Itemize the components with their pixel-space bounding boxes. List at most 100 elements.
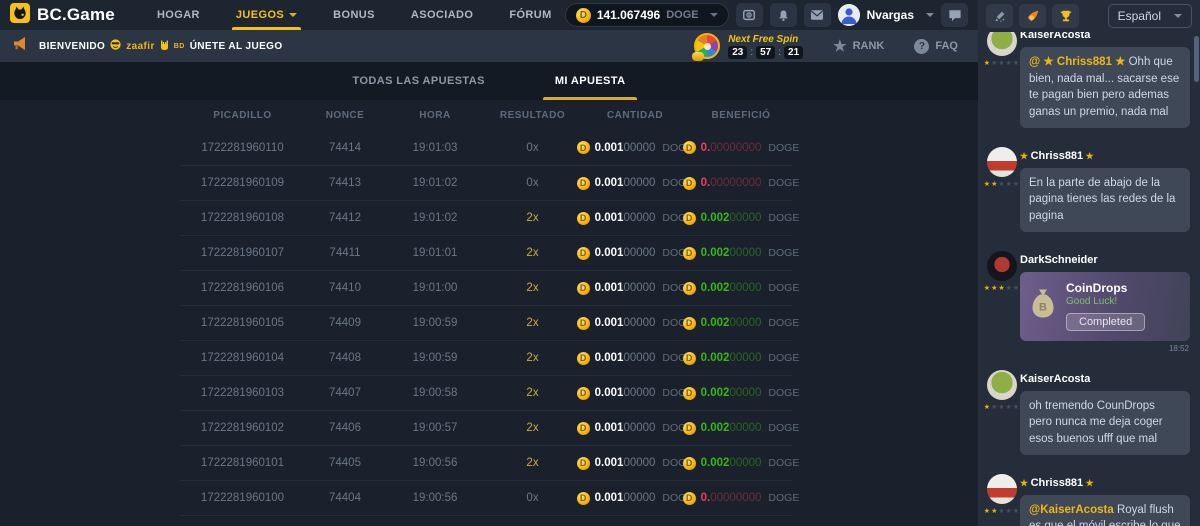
bet-time: 19:01:01 — [385, 247, 485, 259]
doge-coin-icon: D — [683, 282, 696, 295]
table-row[interactable]: 17222819601007440419:00:560xD0.00100000D… — [180, 480, 792, 515]
nav-item-fórum[interactable]: FÓRUM — [509, 0, 551, 30]
balance-currency: DOGE — [666, 9, 698, 21]
bet-profit: D0.00200000DOGE — [690, 247, 792, 260]
star-icon: ★ — [984, 181, 991, 188]
username[interactable]: Nvargas — [867, 8, 914, 22]
smiley-face-icon — [110, 39, 121, 53]
chat-username[interactable]: KaiserAcosta — [1020, 32, 1190, 41]
trophy-icon — [1059, 9, 1073, 23]
doge-coin-icon: D — [577, 282, 590, 295]
table-row[interactable]: 17222819601067441019:01:002xD0.00100000D… — [180, 270, 792, 305]
table-row[interactable]: 17222819601037440719:00:582xD0.00100000D… — [180, 375, 792, 410]
vault-button[interactable] — [736, 3, 763, 27]
language-selector[interactable]: Español — [1108, 4, 1192, 28]
avatar[interactable] — [987, 370, 1017, 400]
amount-value: 0.00100000 — [595, 317, 656, 329]
avatar[interactable] — [987, 251, 1017, 281]
avatar[interactable] — [987, 147, 1017, 177]
table-row[interactable]: 17222819601097441319:01:020xD0.00100000D… — [180, 165, 792, 200]
doge-coin-icon: D — [577, 492, 590, 505]
table-row[interactable]: 17222819601077441119:01:012xD0.00100000D… — [180, 235, 792, 270]
bet-nonce: 74409 — [305, 317, 385, 329]
column-header: CANTIDAD — [580, 110, 690, 121]
table-row[interactable]: 17222819601057440919:00:592xD0.00100000D… — [180, 305, 792, 340]
message-body: KaiserAcosta@ ★ Chriss881 ★ Ohh que bien… — [1020, 32, 1190, 134]
logo[interactable]: BC.Game — [10, 3, 115, 28]
currency-label: DOGE — [768, 177, 799, 189]
avatar-column: ★★★★★ — [984, 474, 1020, 526]
bet-result: 2x — [485, 282, 580, 294]
chat-username[interactable]: DarkSchneider — [1020, 254, 1190, 266]
brush-button[interactable] — [986, 4, 1013, 28]
nav-item-hogar[interactable]: HOGAR — [157, 0, 200, 30]
nav-item-asociado[interactable]: ASOCIADO — [411, 0, 473, 30]
logo-text: BC.Game — [37, 5, 115, 25]
bet-amount: D0.00100000DOGE — [580, 457, 690, 470]
money-bag-icon: B — [1028, 288, 1058, 325]
bet-time: 19:00:57 — [385, 422, 485, 434]
amount-value: 0.00100000 — [595, 177, 656, 189]
table-row[interactable]: 17222819601107441419:01:030xD0.00100000D… — [180, 130, 792, 165]
rank-button[interactable]: ★ RANK — [833, 39, 884, 54]
chat-sidebar: Español ★★★★★KaiserAcosta@ ★ Chriss881 ★… — [978, 0, 1200, 526]
bet-nonce: 74406 — [305, 422, 385, 434]
chat-scrollbar[interactable] — [1194, 36, 1199, 82]
trophy-button[interactable] — [1052, 4, 1079, 28]
bet-profit: D0.00200000DOGE — [690, 317, 792, 330]
doge-coin-icon: D — [577, 247, 590, 260]
question-mark-icon: ? — [914, 39, 929, 54]
bet-profit: D0.00000000DOGE — [690, 141, 792, 154]
fireball-button[interactable] — [1019, 4, 1046, 28]
chat-username[interactable]: ★ Chriss881 ★ — [1020, 477, 1190, 489]
nav-item-bonus[interactable]: BONUS — [333, 0, 375, 30]
star-icon: ★ — [984, 508, 991, 515]
amount-value: 0.00100000 — [595, 247, 656, 259]
page: BC.Game HOGAR JUEGOS BONUS ASOCIADO FÓRUM D … — [0, 0, 1200, 526]
star-icon: ★ — [984, 404, 991, 411]
chevron-down-icon[interactable] — [926, 13, 934, 17]
table-row[interactable]: 17222819601027440619:00:572xD0.00100000D… — [180, 410, 792, 445]
bet-nonce: 74408 — [305, 352, 385, 364]
free-spin-widget[interactable]: Next Free Spin 23:57:21 — [694, 33, 803, 59]
tab-todas-las-apuestas[interactable]: TODAS LAS APUESTAS — [341, 62, 497, 100]
chat-toggle-button[interactable] — [941, 3, 968, 27]
header-right: D 141.067496 DOGE Nvargas — [565, 3, 968, 27]
tab-mi-apuesta[interactable]: MI APUESTA — [543, 62, 638, 100]
chat-username[interactable]: ★ Chriss881 ★ — [1020, 150, 1190, 162]
coindrops-card[interactable]: BCoinDropsGood Luck!Completed — [1020, 272, 1190, 341]
amount-value: 0.00100000 — [595, 282, 656, 294]
mention-link[interactable]: @ ★ Chriss881 ★ — [1029, 56, 1125, 68]
nav-item-juegos[interactable]: JUEGOS — [236, 0, 297, 30]
table-row[interactable]: 17222819601017440519:00:562xD0.00100000D… — [180, 445, 792, 480]
notifications-button[interactable] — [770, 3, 797, 27]
amount-value: 0.00100000 — [595, 352, 656, 364]
welcome-username[interactable]: zaafir — [126, 41, 155, 52]
user-level-stars: ★★★★★ — [984, 181, 1020, 188]
bet-time: 19:01:00 — [385, 282, 485, 294]
avatar[interactable] — [987, 32, 1017, 56]
amount-value: 0.00200000 — [701, 352, 762, 364]
messages-button[interactable] — [804, 3, 831, 27]
chat-username[interactable]: KaiserAcosta — [1020, 373, 1190, 385]
table-row[interactable]: 17222819601087441219:01:022xD0.00100000D… — [180, 200, 792, 235]
avatar[interactable] — [987, 474, 1017, 504]
bet-time: 19:01:02 — [385, 177, 485, 189]
avatar-column: ★★★★★ — [984, 32, 1020, 134]
bet-result: 2x — [485, 212, 580, 224]
user-avatar[interactable] — [838, 4, 860, 26]
mention-link[interactable]: @KaiserAcosta — [1029, 504, 1114, 516]
message-body: ★ Chriss881 ★@KaiserAcosta Royal flush e… — [1020, 474, 1190, 526]
currency-label: DOGE — [768, 422, 799, 434]
faq-button[interactable]: ? FAQ — [914, 39, 958, 54]
balance-selector[interactable]: D 141.067496 DOGE — [565, 3, 729, 27]
column-header: NONCE — [305, 110, 385, 121]
currency-label: DOGE — [768, 212, 799, 224]
table-row[interactable]: 17222819601047440819:00:592xD0.00100000D… — [180, 340, 792, 375]
amount-value: 0.00000000 — [701, 177, 762, 189]
bet-profit: D0.00200000DOGE — [690, 352, 792, 365]
amount-value: 0.00200000 — [701, 422, 762, 434]
message-body: ★ Chriss881 ★En la parte de abajo de la … — [1020, 147, 1190, 238]
coindrops-subtitle: Good Luck! — [1066, 296, 1180, 307]
coindrops-status-button[interactable]: Completed — [1066, 313, 1145, 331]
